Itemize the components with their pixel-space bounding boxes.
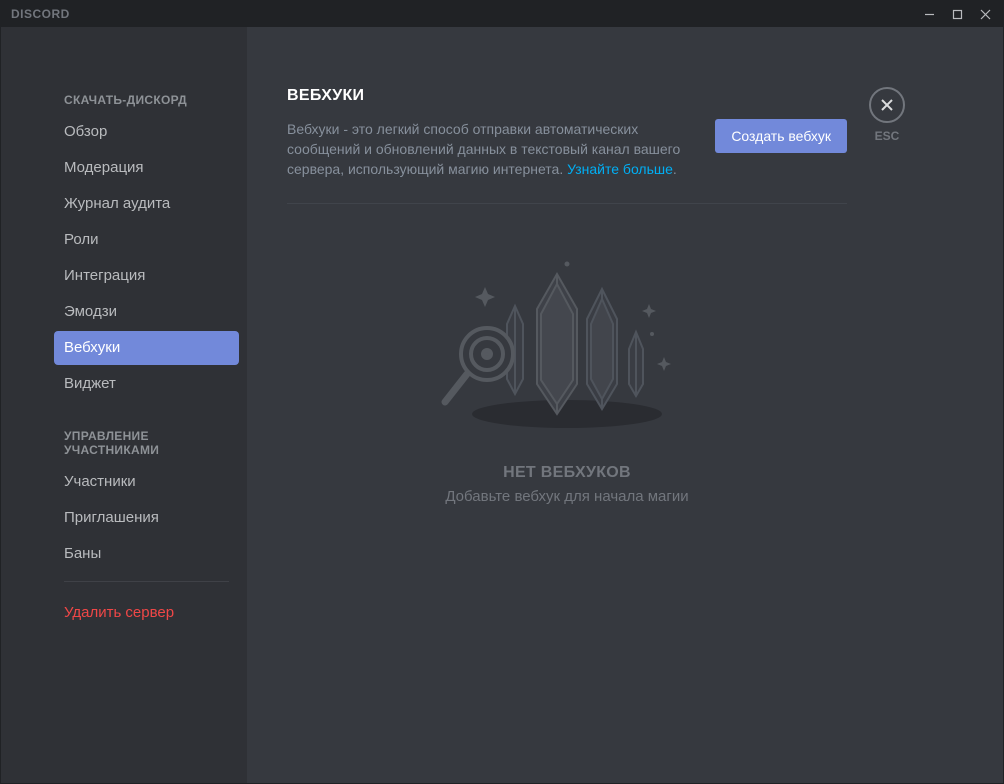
sidebar-item-emoji[interactable]: Эмодзи <box>54 295 239 329</box>
sidebar-item-webhooks[interactable]: Вебхуки <box>54 331 239 365</box>
app-body: СКАЧАТЬ-ДИСКОРД Обзор Модерация Журнал а… <box>1 27 1003 783</box>
create-webhook-button[interactable]: Создать вебхук <box>715 119 847 153</box>
sidebar-item-integrations[interactable]: Интеграция <box>54 259 239 293</box>
sidebar-item-label: Вебхуки <box>64 339 120 356</box>
window-controls <box>915 3 999 25</box>
sidebar-item-label: Удалить сервер <box>64 604 174 621</box>
sidebar-item-label: Баны <box>64 545 101 562</box>
sidebar-item-moderation[interactable]: Модерация <box>54 151 239 185</box>
crystals-icon <box>437 254 697 434</box>
sidebar-divider <box>64 581 229 582</box>
sidebar-item-invites[interactable]: Приглашения <box>54 501 239 535</box>
settings-sidebar: СКАЧАТЬ-ДИСКОРД Обзор Модерация Журнал а… <box>1 27 247 783</box>
sidebar-item-label: Роли <box>64 231 99 248</box>
sidebar-item-overview[interactable]: Обзор <box>54 115 239 149</box>
maximize-icon <box>952 9 963 20</box>
sidebar-item-delete-server[interactable]: Удалить сервер <box>54 596 239 630</box>
empty-illustration <box>437 254 697 434</box>
sidebar-section-header-members: УПРАВЛЕНИЕ УЧАСТНИКАМИ <box>54 423 239 463</box>
close-window-button[interactable] <box>971 3 999 25</box>
titlebar: DISCORD <box>1 1 1003 27</box>
app-window: DISCORD СКАЧАТЬ-ДИСКОРД Обзор Модерация … <box>0 0 1004 784</box>
sidebar-item-bans[interactable]: Баны <box>54 537 239 571</box>
close-icon <box>980 9 991 20</box>
sidebar-item-label: Интеграция <box>64 267 145 284</box>
sidebar-item-widget[interactable]: Виджет <box>54 367 239 401</box>
sidebar-item-label: Участники <box>64 473 136 490</box>
empty-state: НЕТ ВЕБХУКОВ Добавьте вебхук для начала … <box>287 204 847 505</box>
empty-state-title: НЕТ ВЕБХУКОВ <box>503 464 631 482</box>
minimize-button[interactable] <box>915 3 943 25</box>
esc-label: ESC <box>875 129 900 143</box>
sidebar-item-label: Приглашения <box>64 509 159 526</box>
sidebar-item-audit-log[interactable]: Журнал аудита <box>54 187 239 221</box>
sidebar-item-label: Обзор <box>64 123 107 140</box>
header-row: Вебхуки - это легкий способ отправки авт… <box>287 119 847 204</box>
sidebar-item-roles[interactable]: Роли <box>54 223 239 257</box>
app-name: DISCORD <box>11 7 70 21</box>
close-column: ESC <box>847 87 907 763</box>
empty-state-subtitle: Добавьте вебхук для начала магии <box>445 488 688 505</box>
sidebar-section-header-server: СКАЧАТЬ-ДИСКОРД <box>54 87 239 113</box>
page-title: ВЕБХУКИ <box>287 87 847 105</box>
close-icon <box>879 97 895 113</box>
learn-more-link[interactable]: Узнайте больше <box>567 161 673 177</box>
close-settings-button[interactable] <box>869 87 905 123</box>
sidebar-item-label: Модерация <box>64 159 144 176</box>
minimize-icon <box>924 9 935 20</box>
sidebar-item-label: Журнал аудита <box>64 195 170 212</box>
description-text-end: . <box>673 161 677 177</box>
sidebar-item-label: Виджет <box>64 375 116 392</box>
content-column: ВЕБХУКИ Вебхуки - это легкий способ отпр… <box>287 87 847 763</box>
main-content: ВЕБХУКИ Вебхуки - это легкий способ отпр… <box>247 27 1003 783</box>
sidebar-item-members[interactable]: Участники <box>54 465 239 499</box>
maximize-button[interactable] <box>943 3 971 25</box>
page-description: Вебхуки - это легкий способ отправки авт… <box>287 119 695 179</box>
sidebar-item-label: Эмодзи <box>64 303 117 320</box>
